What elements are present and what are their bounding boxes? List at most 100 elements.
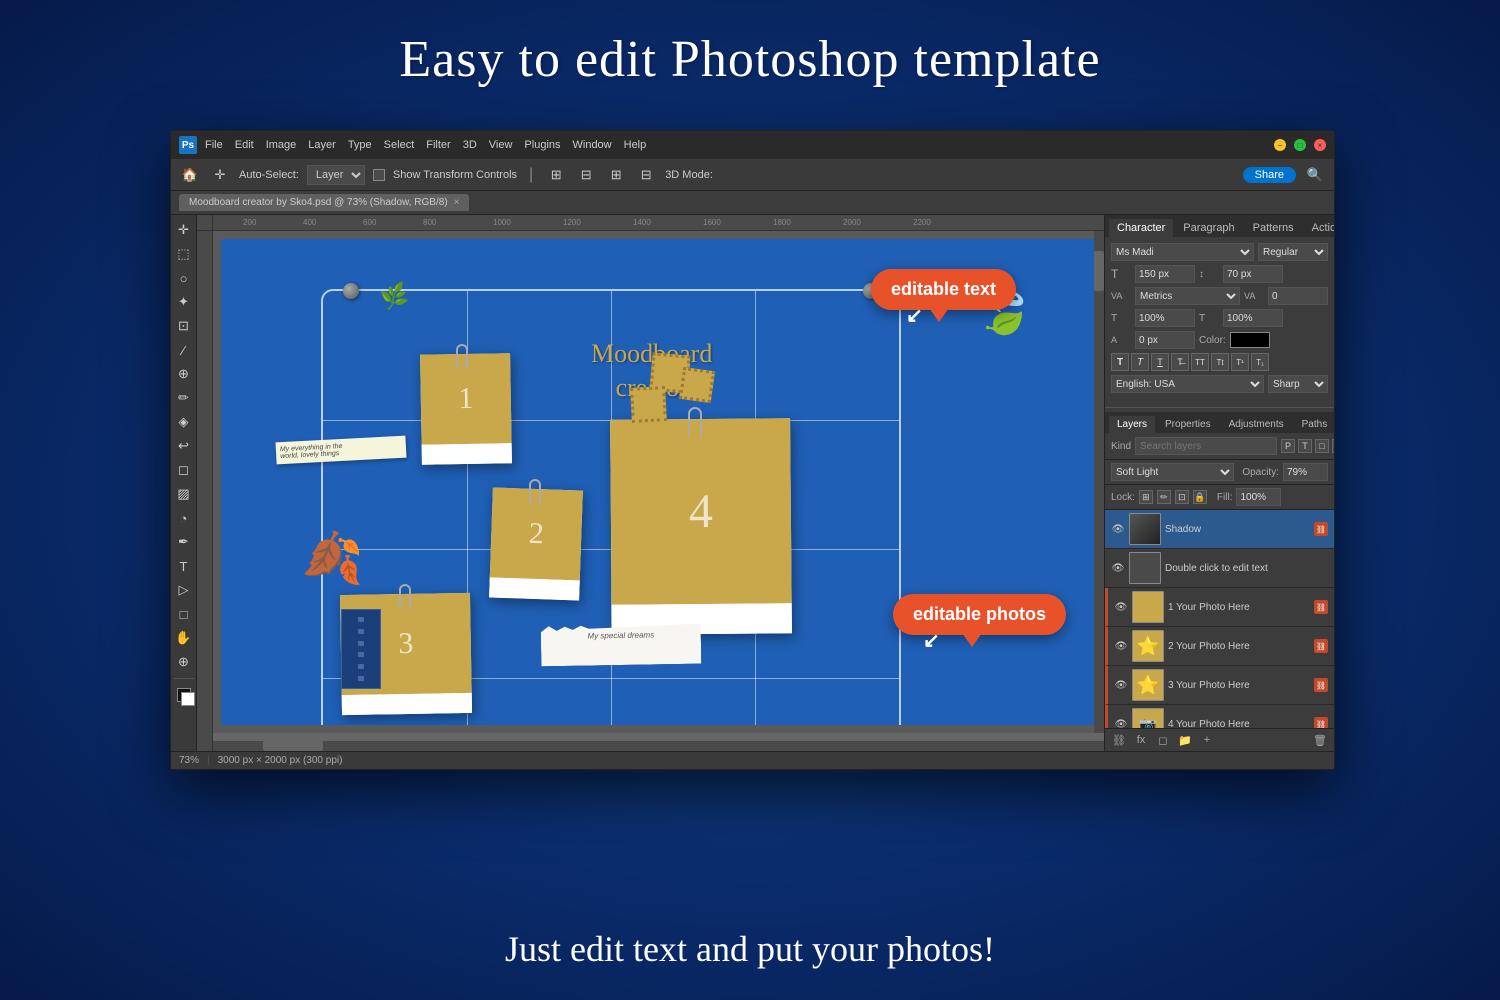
menu-3d[interactable]: 3D bbox=[463, 139, 477, 151]
layer-eye-photo-2[interactable]: 👁 bbox=[1114, 639, 1128, 653]
menu-filter[interactable]: Filter bbox=[426, 139, 450, 151]
menu-plugins[interactable]: Plugins bbox=[524, 139, 560, 151]
layer-photo-1[interactable]: 👁 1 Your Photo Here ⛓ bbox=[1105, 588, 1334, 627]
minimize-button[interactable]: − bbox=[1274, 139, 1286, 151]
kerning-select[interactable]: Metrics bbox=[1135, 287, 1240, 305]
leading-input[interactable] bbox=[1223, 265, 1283, 283]
dodge-tool[interactable]: ◔ bbox=[173, 507, 195, 529]
layer-photo-3[interactable]: 👁 ⭐ 3 Your Photo Here ⛓ bbox=[1105, 666, 1334, 705]
tab-paragraph[interactable]: Paragraph bbox=[1175, 219, 1242, 237]
hand-tool[interactable]: ✋ bbox=[173, 627, 195, 649]
menu-window[interactable]: Window bbox=[573, 139, 612, 151]
zoom-tool[interactable]: ⊕ bbox=[173, 651, 195, 673]
baseline-input[interactable] bbox=[1135, 331, 1195, 349]
layer-eye-photo-4[interactable]: 👁 bbox=[1114, 717, 1128, 728]
fill-input[interactable] bbox=[1236, 488, 1281, 506]
tab-character[interactable]: Character bbox=[1109, 219, 1173, 237]
font-style-select[interactable]: Regular bbox=[1258, 243, 1328, 261]
anti-alias-select[interactable]: Sharp bbox=[1268, 375, 1328, 393]
scrollbar-vertical[interactable] bbox=[1094, 231, 1104, 733]
language-select[interactable]: English: USA bbox=[1111, 375, 1264, 393]
align-right-icon[interactable]: ⊞ bbox=[605, 164, 627, 186]
eraser-tool[interactable]: ◻ bbox=[173, 459, 195, 481]
tab-paths[interactable]: Paths bbox=[1294, 416, 1334, 433]
align-left-icon[interactable]: ⊞ bbox=[545, 164, 567, 186]
lock-pixel[interactable]: ⊞ bbox=[1139, 490, 1153, 504]
tab-properties[interactable]: Properties bbox=[1157, 416, 1219, 433]
magic-wand-tool[interactable]: ✦ bbox=[173, 291, 195, 313]
canvas-image[interactable]: Moodboard creator 🌿 🍃 My everything in t… bbox=[221, 239, 1096, 725]
layer-eye-shadow[interactable]: 👁 bbox=[1111, 522, 1125, 536]
tab-patterns[interactable]: Patterns bbox=[1245, 219, 1302, 237]
subscript-button[interactable]: T₁ bbox=[1251, 353, 1269, 371]
move-tool[interactable]: ✛ bbox=[173, 219, 195, 241]
blend-mode-select[interactable]: Soft Light bbox=[1111, 463, 1234, 481]
eyedropper-tool[interactable]: ⁄ bbox=[173, 339, 195, 361]
layer-link-photo-1[interactable]: ⛓ bbox=[1314, 600, 1328, 614]
polaroid-1[interactable]: 1 bbox=[420, 353, 512, 465]
new-group-button[interactable]: 📁 bbox=[1177, 732, 1193, 748]
bold-button[interactable]: T bbox=[1111, 353, 1129, 371]
layer-link-shadow[interactable]: ⛓ bbox=[1314, 522, 1328, 536]
menu-type[interactable]: Type bbox=[348, 139, 372, 151]
layer-edit-text[interactable]: 👁 Double click to edit text bbox=[1105, 549, 1334, 588]
menu-file[interactable]: File bbox=[205, 139, 223, 151]
gradient-tool[interactable]: ▨ bbox=[173, 483, 195, 505]
underline-button[interactable]: T bbox=[1151, 353, 1169, 371]
menu-view[interactable]: View bbox=[489, 139, 513, 151]
polaroid-2[interactable]: 2 bbox=[489, 487, 583, 600]
font-size-input[interactable] bbox=[1135, 265, 1195, 283]
show-transform-checkbox[interactable] bbox=[373, 169, 385, 181]
layer-filter-pixel[interactable]: P bbox=[1281, 439, 1295, 453]
lock-all[interactable]: 🔒 bbox=[1193, 490, 1207, 504]
layer-eye-photo-3[interactable]: 👁 bbox=[1114, 678, 1128, 692]
search-icon[interactable]: 🔍 bbox=[1304, 164, 1326, 186]
document-tab[interactable]: Moodboard creator by Sko4.psd @ 73% (Sha… bbox=[179, 194, 469, 211]
small-caps-button[interactable]: Tt bbox=[1211, 353, 1229, 371]
shape-tool[interactable]: □ bbox=[173, 603, 195, 625]
strikethrough-button[interactable]: T̶ bbox=[1171, 353, 1189, 371]
layer-filter-shape[interactable]: □ bbox=[1315, 439, 1329, 453]
color-swatch[interactable] bbox=[1230, 332, 1270, 348]
layer-link-photo-4[interactable]: ⛓ bbox=[1314, 717, 1328, 728]
tab-layers[interactable]: Layers bbox=[1109, 416, 1155, 433]
add-mask-button[interactable]: ◻ bbox=[1155, 732, 1171, 748]
font-family-select[interactable]: Ms Madi bbox=[1111, 243, 1254, 261]
layer-shadow[interactable]: 👁 Shadow ⛓ bbox=[1105, 510, 1334, 549]
align-top-icon[interactable]: ⊟ bbox=[635, 164, 657, 186]
layer-filter-smart[interactable]: ◇ bbox=[1332, 439, 1334, 453]
select-tool[interactable]: ⬚ bbox=[173, 243, 195, 265]
move-tool-icon[interactable]: ✛ bbox=[209, 164, 231, 186]
scrollbar-horizontal[interactable] bbox=[213, 741, 1104, 751]
superscript-button[interactable]: T¹ bbox=[1231, 353, 1249, 371]
layer-photo-2[interactable]: 👁 ⭐ 2 Your Photo Here ⛓ bbox=[1105, 627, 1334, 666]
delete-layer-button[interactable]: 🗑 bbox=[1312, 732, 1328, 748]
polaroid-4[interactable]: 4 bbox=[610, 418, 792, 635]
menu-image[interactable]: Image bbox=[266, 139, 297, 151]
menu-layer[interactable]: Layer bbox=[308, 139, 336, 151]
align-center-icon[interactable]: ⊟ bbox=[575, 164, 597, 186]
tab-adjustments[interactable]: Adjustments bbox=[1221, 416, 1292, 433]
menu-help[interactable]: Help bbox=[624, 139, 647, 151]
layer-photo-4[interactable]: 👁 📷 4 Your Photo Here ⛓ bbox=[1105, 705, 1334, 728]
menu-select[interactable]: Select bbox=[384, 139, 415, 151]
clone-tool[interactable]: ◈ bbox=[173, 411, 195, 433]
opacity-input[interactable] bbox=[1283, 463, 1328, 481]
layer-eye-photo-1[interactable]: 👁 bbox=[1114, 600, 1128, 614]
tracking-input[interactable] bbox=[1268, 287, 1328, 305]
path-select-tool[interactable]: ▷ bbox=[173, 579, 195, 601]
canvas-area[interactable]: 200 400 600 800 1000 1200 1400 1600 1800… bbox=[197, 215, 1104, 751]
maximize-button[interactable]: □ bbox=[1294, 139, 1306, 151]
layer-filter-text[interactable]: T bbox=[1298, 439, 1312, 453]
lock-position[interactable]: ✏ bbox=[1157, 490, 1171, 504]
doc-tab-close[interactable]: × bbox=[454, 197, 460, 208]
menu-edit[interactable]: Edit bbox=[235, 139, 254, 151]
italic-button[interactable]: T bbox=[1131, 353, 1149, 371]
share-button[interactable]: Share bbox=[1243, 167, 1296, 183]
lasso-tool[interactable]: ○ bbox=[173, 267, 195, 289]
crop-tool[interactable]: ⊡ bbox=[173, 315, 195, 337]
layer-eye-edit-text[interactable]: 👁 bbox=[1111, 561, 1125, 575]
add-style-button[interactable]: fx bbox=[1133, 732, 1149, 748]
layer-link-photo-2[interactable]: ⛓ bbox=[1314, 639, 1328, 653]
all-caps-button[interactable]: TT bbox=[1191, 353, 1209, 371]
